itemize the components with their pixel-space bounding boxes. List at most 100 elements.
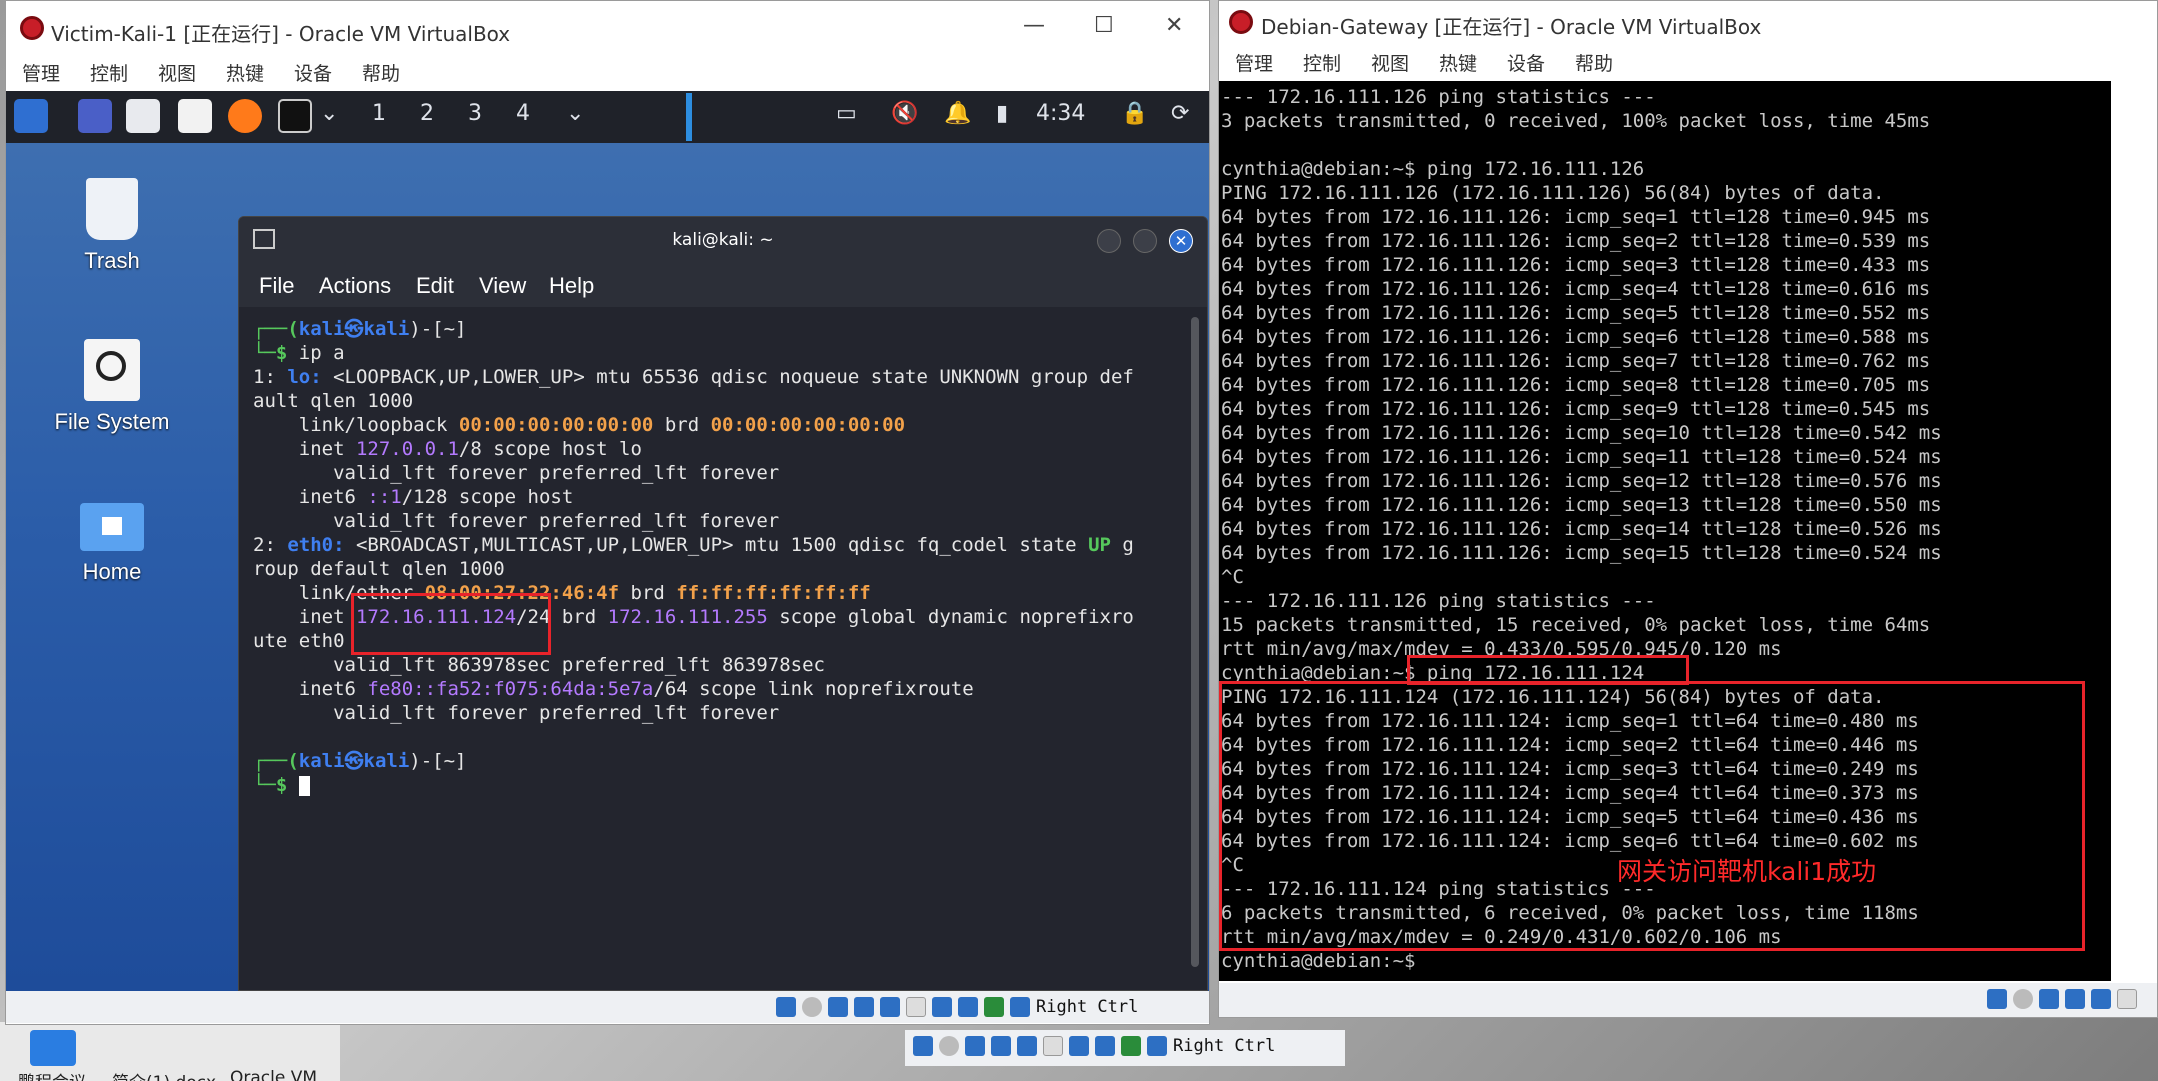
menu-control[interactable]: 控制 [90, 59, 128, 86]
recording-icon[interactable] [1069, 1036, 1089, 1056]
usb-icon[interactable] [991, 1036, 1011, 1056]
optical-drive-icon[interactable] [776, 997, 796, 1017]
network-icon[interactable] [965, 1036, 985, 1056]
workspace-2[interactable]: 2 [420, 101, 434, 126]
menu-help[interactable]: 帮助 [1575, 49, 1613, 76]
chevron-down-icon[interactable]: ⌄ [320, 101, 338, 126]
workspace-4[interactable]: 4 [516, 101, 530, 126]
recording-icon[interactable] [932, 997, 952, 1017]
menu-view[interactable]: 视图 [1371, 49, 1409, 76]
shared-folder-icon[interactable] [1017, 1036, 1037, 1056]
terminal-cursor [298, 775, 310, 796]
audio-icon[interactable] [939, 1036, 959, 1056]
virtualbox-icon [1229, 10, 1253, 34]
chevron-down-icon[interactable]: ⌄ [566, 101, 584, 126]
console-line: PING 172.16.111.126 (172.16.111.126) 56(… [1221, 182, 1885, 204]
minimize-icon[interactable] [1097, 229, 1121, 253]
minimize-icon[interactable]: — [1023, 13, 1045, 38]
annotation-text: 网关访问靶机kali1成功 [1617, 857, 1877, 886]
host-taskbar: 鹏程会议 简介(1).docx Oracle VM [0, 1022, 340, 1081]
desktop-icon-home[interactable]: Home [42, 503, 182, 585]
desktop-icon-label: Trash [84, 248, 140, 273]
taskbar-item-meeting[interactable]: 鹏程会议 [18, 1068, 86, 1081]
optical-drive-icon[interactable] [913, 1036, 933, 1056]
cpu-icon[interactable] [958, 997, 978, 1017]
audio-icon[interactable] [802, 997, 822, 1017]
mute-icon[interactable]: 🔇 [891, 101, 918, 126]
battery-icon[interactable]: ▮ [996, 101, 1008, 126]
terminal-menu-file[interactable]: File [259, 273, 294, 299]
clock[interactable]: 4:34 [1036, 101, 1085, 126]
close-icon[interactable]: ✕ [1165, 13, 1183, 38]
menu-devices[interactable]: 设备 [1507, 49, 1545, 76]
terminal-menu-actions[interactable]: Actions [319, 273, 391, 299]
display-icon[interactable] [906, 997, 926, 1017]
firefox-icon[interactable] [228, 99, 262, 133]
optical-drive-icon[interactable] [1987, 989, 2007, 1009]
terminal-scrollbar[interactable] [1191, 317, 1199, 967]
terminal-line: roup default qlen 1000 [253, 558, 505, 580]
terminal-menu-view[interactable]: View [479, 273, 526, 299]
kali-menu-icon[interactable] [14, 99, 48, 133]
terminal-titlebar[interactable]: kali@kali: ~ ✕ [239, 217, 1207, 263]
debian-titlebar[interactable]: Debian-Gateway [正在运行] - Oracle VM Virtua… [1219, 1, 2157, 41]
taskbar-item-oracle-vm[interactable]: Oracle VM [230, 1068, 317, 1081]
menu-manage[interactable]: 管理 [22, 59, 60, 86]
notification-bell-icon[interactable]: 🔔 [944, 101, 971, 126]
workspace-3[interactable]: 3 [468, 101, 482, 126]
keyboard-icon[interactable] [1010, 997, 1030, 1017]
cpu-icon[interactable] [1095, 1036, 1115, 1056]
mouse-integration-icon[interactable] [984, 997, 1004, 1017]
keyboard-icon[interactable] [1147, 1036, 1167, 1056]
file-manager-icon[interactable] [126, 99, 160, 133]
shared-folder-icon[interactable] [2091, 989, 2111, 1009]
network-icon[interactable] [2039, 989, 2059, 1009]
close-icon[interactable]: ✕ [1169, 229, 1193, 253]
home-folder-icon [80, 503, 144, 551]
mouse-integration-icon[interactable] [1121, 1036, 1141, 1056]
console-line: 64 bytes from 172.16.111.126: icmp_seq=3… [1221, 254, 1931, 276]
console-line: 64 bytes from 172.16.111.126: icmp_seq=9… [1221, 398, 1931, 420]
desktop-icon-label: Home [82, 559, 142, 584]
menu-control[interactable]: 控制 [1303, 49, 1341, 76]
menu-help[interactable]: 帮助 [362, 59, 400, 86]
terminal-line: ┌──(kali㉿kali)-[~] [253, 750, 467, 772]
menu-hotkey[interactable]: 热键 [226, 59, 264, 86]
terminal-app-icon [253, 229, 275, 249]
display-icon[interactable]: ▭ [836, 101, 857, 126]
taskbar-item-docx[interactable]: 简介(1).docx [112, 1068, 216, 1081]
logout-icon[interactable]: ⟳ [1171, 101, 1189, 126]
menu-devices[interactable]: 设备 [294, 59, 332, 86]
kali-vbox-window: Victim-Kali-1 [正在运行] - Oracle VM Virtual… [5, 0, 1210, 1025]
terminal-icon[interactable] [278, 99, 312, 133]
terminal-menu-edit[interactable]: Edit [416, 273, 454, 299]
terminal-menu-help[interactable]: Help [549, 273, 594, 299]
highlight-box-ip [351, 593, 551, 655]
audio-icon[interactable] [2013, 989, 2033, 1009]
usb-icon[interactable] [854, 997, 874, 1017]
show-desktop-icon[interactable] [78, 99, 112, 133]
desktop-icon-trash[interactable]: Trash [42, 178, 182, 274]
display-icon[interactable] [2117, 989, 2137, 1009]
menu-hotkey[interactable]: 热键 [1439, 49, 1477, 76]
text-editor-icon[interactable] [178, 99, 212, 133]
kali-top-panel: ⌄ 1 2 3 4 ⌄ ▭ 🔇 🔔 ▮ 4:34 🔒 ⟳ [6, 91, 1209, 143]
console-line: 64 bytes from 172.16.111.126: icmp_seq=1… [1221, 542, 1942, 564]
maximize-icon[interactable] [1133, 229, 1157, 253]
host-vbox-statusbar: Right Ctrl [905, 1030, 1345, 1066]
lock-icon[interactable]: 🔒 [1121, 101, 1148, 126]
console-line: cynthia@debian:~$ ping 172.16.111.126 [1221, 158, 1645, 180]
network-app-icon[interactable] [30, 1030, 76, 1066]
workspace-1[interactable]: 1 [372, 101, 386, 126]
shared-folder-icon[interactable] [880, 997, 900, 1017]
desktop-icon-filesystem[interactable]: File System [42, 339, 182, 435]
terminal-line: inet 127.0.0.1/8 scope host lo [253, 438, 642, 460]
menu-view[interactable]: 视图 [158, 59, 196, 86]
network-icon[interactable] [828, 997, 848, 1017]
display-icon[interactable] [1043, 1036, 1063, 1056]
usb-icon[interactable] [2065, 989, 2085, 1009]
maximize-icon[interactable]: ☐ [1094, 13, 1114, 38]
console-line: --- 172.16.111.126 ping statistics --- [1221, 590, 1656, 612]
menu-manage[interactable]: 管理 [1235, 49, 1273, 76]
console-line: --- 172.16.111.126 ping statistics --- [1221, 86, 1656, 108]
